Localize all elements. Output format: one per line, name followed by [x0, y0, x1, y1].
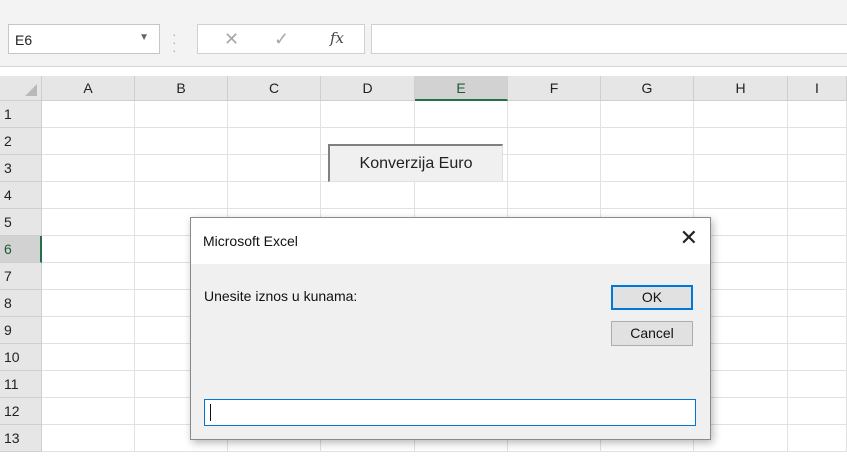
cell-f2[interactable]: [508, 128, 601, 155]
cell-a9[interactable]: [42, 317, 135, 344]
konverzija-euro-button[interactable]: Konverzija Euro: [328, 144, 503, 182]
column-header-g[interactable]: G: [601, 76, 694, 101]
cell-g2[interactable]: [601, 128, 694, 155]
close-icon[interactable]: ✕: [680, 227, 698, 249]
drag-handle-icon[interactable]: · · ·: [172, 27, 177, 57]
cell-h3[interactable]: [694, 155, 788, 182]
text-caret: [210, 404, 211, 421]
column-header-d[interactable]: D: [321, 76, 415, 101]
cell-i10[interactable]: [788, 344, 847, 371]
cell-b1[interactable]: [135, 101, 228, 128]
dialog-prompt: Unesite iznos u kunama:: [204, 288, 358, 304]
row-header-8[interactable]: 8: [0, 290, 42, 317]
row-header-6[interactable]: 6: [0, 236, 42, 263]
amount-input[interactable]: [204, 399, 696, 426]
select-all-button[interactable]: [0, 76, 42, 101]
input-dialog: Microsoft Excel ✕ Unesite iznos u kunama…: [190, 217, 711, 440]
cell-a11[interactable]: [42, 371, 135, 398]
cell-f1[interactable]: [508, 101, 601, 128]
cell-c3[interactable]: [228, 155, 321, 182]
cell-i11[interactable]: [788, 371, 847, 398]
row-header-12[interactable]: 12: [0, 398, 42, 425]
cell-a3[interactable]: [42, 155, 135, 182]
cell-i13[interactable]: [788, 425, 847, 452]
cell-b2[interactable]: [135, 128, 228, 155]
cell-c1[interactable]: [228, 101, 321, 128]
column-header-h[interactable]: H: [694, 76, 788, 101]
cell-a2[interactable]: [42, 128, 135, 155]
cell-i8[interactable]: [788, 290, 847, 317]
select-all-icon: [25, 84, 37, 96]
cell-b4[interactable]: [135, 182, 228, 209]
cell-c4[interactable]: [228, 182, 321, 209]
cell-i1[interactable]: [788, 101, 847, 128]
name-box[interactable]: E6 ▼: [8, 24, 160, 54]
cell-a1[interactable]: [42, 101, 135, 128]
chevron-down-icon[interactable]: ▼: [139, 32, 149, 43]
cell-g1[interactable]: [601, 101, 694, 128]
cell-a10[interactable]: [42, 344, 135, 371]
cell-i5[interactable]: [788, 209, 847, 236]
formula-buttons: ✕ ✓ fx: [197, 24, 365, 54]
cell-f4[interactable]: [508, 182, 601, 209]
cell-b3[interactable]: [135, 155, 228, 182]
column-header-a[interactable]: A: [42, 76, 135, 101]
cell-i6[interactable]: [788, 236, 847, 263]
cell-e1[interactable]: [415, 101, 508, 128]
row-header-2[interactable]: 2: [0, 128, 42, 155]
function-icon[interactable]: fx: [330, 29, 344, 47]
row-header-3[interactable]: 3: [0, 155, 42, 182]
dialog-title: Microsoft Excel: [203, 233, 298, 249]
column-header-c[interactable]: C: [228, 76, 321, 101]
cell-e4[interactable]: [415, 182, 508, 209]
column-header-e[interactable]: E: [415, 76, 508, 101]
cell-d4[interactable]: [321, 182, 415, 209]
cell-a6[interactable]: [42, 236, 135, 263]
cell-c2[interactable]: [228, 128, 321, 155]
cell-a4[interactable]: [42, 182, 135, 209]
row-header-5[interactable]: 5: [0, 209, 42, 236]
column-header-f[interactable]: F: [508, 76, 601, 101]
ok-button[interactable]: OK: [611, 285, 693, 310]
cell-f3[interactable]: [508, 155, 601, 182]
cell-i9[interactable]: [788, 317, 847, 344]
cell-a5[interactable]: [42, 209, 135, 236]
cell-a7[interactable]: [42, 263, 135, 290]
cell-a8[interactable]: [42, 290, 135, 317]
formula-bar: E6 ▼ · · · ✕ ✓ fx: [0, 0, 847, 67]
cell-i2[interactable]: [788, 128, 847, 155]
cell-h2[interactable]: [694, 128, 788, 155]
dialog-titlebar: Microsoft Excel ✕: [191, 218, 710, 264]
column-header-b[interactable]: B: [135, 76, 228, 101]
row-header-7[interactable]: 7: [0, 263, 42, 290]
cell-h4[interactable]: [694, 182, 788, 209]
cell-g3[interactable]: [601, 155, 694, 182]
row-header-9[interactable]: 9: [0, 317, 42, 344]
cell-d1[interactable]: [321, 101, 415, 128]
cell-g4[interactable]: [601, 182, 694, 209]
cell-i7[interactable]: [788, 263, 847, 290]
x-icon[interactable]: ✕: [224, 29, 239, 50]
cell-a13[interactable]: [42, 425, 135, 452]
name-box-value: E6: [15, 32, 33, 48]
cell-i12[interactable]: [788, 398, 847, 425]
formula-input[interactable]: [371, 24, 847, 54]
cell-i4[interactable]: [788, 182, 847, 209]
row-header-11[interactable]: 11: [0, 371, 42, 398]
row-header-1[interactable]: 1: [0, 101, 42, 128]
cell-h1[interactable]: [694, 101, 788, 128]
cancel-button[interactable]: Cancel: [611, 321, 693, 346]
cell-a12[interactable]: [42, 398, 135, 425]
row-header-10[interactable]: 10: [0, 344, 42, 371]
cell-i3[interactable]: [788, 155, 847, 182]
check-icon[interactable]: ✓: [274, 29, 289, 50]
column-header-i[interactable]: I: [788, 76, 847, 101]
row-header-13[interactable]: 13: [0, 425, 42, 452]
row-header-4[interactable]: 4: [0, 182, 42, 209]
